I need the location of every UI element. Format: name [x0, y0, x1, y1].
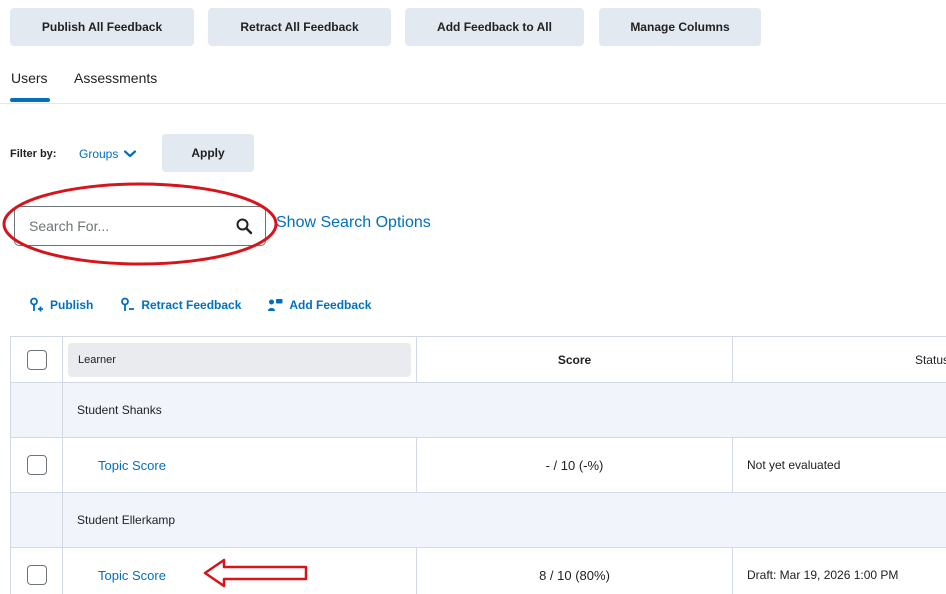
add-feedback-to-all-button[interactable]: Add Feedback to All — [405, 8, 584, 46]
filter-groups-label: Groups — [79, 147, 119, 161]
learner-name: Student Ellerkamp — [62, 492, 946, 548]
row-check-cell — [10, 437, 63, 493]
filter-label: Filter by: — [10, 148, 57, 160]
topic-cell: Topic Score — [62, 437, 417, 493]
group-row-spacer — [10, 382, 63, 438]
publish-label: Publish — [50, 298, 94, 312]
score-header: Score — [416, 336, 733, 383]
group-row: Student Ellerkamp — [10, 492, 946, 548]
retract-feedback-action[interactable]: Retract Feedback — [119, 297, 241, 313]
search-box — [14, 206, 266, 246]
publish-icon — [30, 297, 43, 312]
learner-header: Learner — [62, 336, 417, 383]
publish-action[interactable]: Publish — [28, 297, 93, 313]
status-cell: Not yet evaluated — [732, 437, 946, 493]
chevron-down-icon — [124, 150, 137, 158]
group-row: Student Shanks — [10, 382, 946, 438]
status-cell: Draft: Mar 19, 2026 1:00 PM — [732, 547, 946, 594]
view-tabs: Users Assessments — [0, 66, 946, 104]
tab-assessments[interactable]: Assessments — [74, 70, 157, 86]
search-icon[interactable] — [235, 217, 253, 235]
row-check-cell — [10, 547, 63, 594]
show-search-options-link[interactable]: Show Search Options — [276, 214, 431, 232]
status-header: Status — [732, 336, 946, 383]
add-feedback-icon — [268, 299, 283, 311]
active-tab-indicator — [10, 98, 50, 102]
table-row: Topic Score 8 / 10 (80%) Draft: Mar 19, … — [10, 547, 946, 594]
row-checkbox[interactable] — [26, 455, 47, 475]
select-all-checkbox[interactable] — [26, 349, 47, 370]
score-cell: - / 10 (-%) — [416, 437, 733, 493]
retract-icon — [121, 297, 135, 311]
retract-feedback-label: Retract Feedback — [141, 298, 242, 312]
retract-all-feedback-button[interactable]: Retract All Feedback — [208, 8, 391, 46]
add-feedback-action[interactable]: Add Feedback — [267, 297, 371, 313]
publish-all-feedback-button[interactable]: Publish All Feedback — [10, 8, 194, 46]
row-checkbox[interactable] — [26, 565, 47, 585]
score-cell: 8 / 10 (80%) — [416, 547, 733, 594]
tab-users[interactable]: Users — [11, 70, 48, 86]
add-feedback-label: Add Feedback — [289, 298, 372, 312]
apply-filter-button[interactable]: Apply — [162, 134, 254, 172]
group-row-spacer — [10, 492, 63, 548]
topic-score-link[interactable]: Topic Score — [63, 568, 166, 583]
learner-header-label[interactable]: Learner — [68, 342, 411, 377]
bulk-actions-bar: Publish Retract Feedback Add Feedback — [28, 297, 397, 313]
select-all-cell — [10, 336, 63, 383]
filter-groups-dropdown[interactable]: Groups — [79, 147, 137, 161]
table-row: Topic Score - / 10 (-%) Not yet evaluate… — [10, 437, 946, 493]
topic-score-link[interactable]: Topic Score — [63, 458, 166, 473]
topic-cell: Topic Score — [62, 547, 417, 594]
manage-columns-button[interactable]: Manage Columns — [599, 8, 761, 46]
feedback-grid: Learner Score Status Student Shanks Topi… — [10, 336, 946, 594]
grid-header-row: Learner Score Status — [10, 336, 946, 383]
learner-name: Student Shanks — [62, 382, 946, 438]
search-input[interactable] — [15, 207, 225, 245]
